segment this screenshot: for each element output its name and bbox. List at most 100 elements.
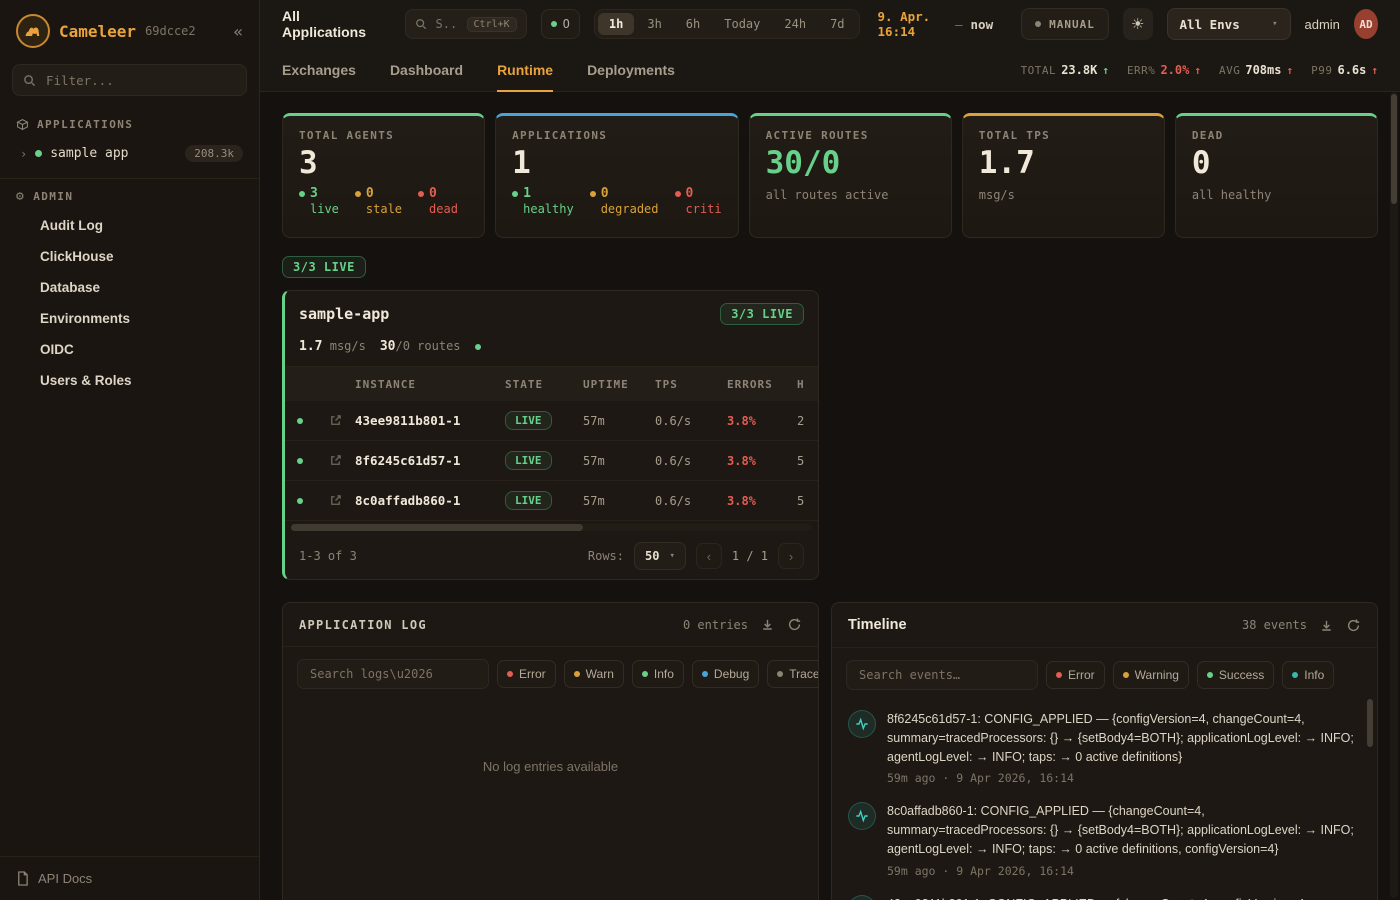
scrollbar-thumb[interactable] bbox=[291, 524, 583, 531]
degraded-dot-icon bbox=[590, 191, 596, 197]
log-filter-info[interactable]: Info bbox=[632, 660, 684, 688]
expand-chevron-icon[interactable]: › bbox=[20, 147, 27, 161]
api-docs-link[interactable]: API Docs bbox=[0, 856, 259, 900]
stat-card-dead: DEAD 0 all healthy bbox=[1175, 113, 1378, 238]
time-range-3h[interactable]: 3h bbox=[636, 13, 672, 35]
external-link-icon[interactable] bbox=[315, 494, 355, 507]
live-status-toggle[interactable]: O bbox=[541, 9, 580, 39]
user-name: admin bbox=[1305, 17, 1340, 32]
external-link-icon[interactable] bbox=[315, 454, 355, 467]
sidebar-filter-input[interactable] bbox=[44, 72, 236, 89]
log-filter-debug[interactable]: Debug bbox=[692, 660, 759, 688]
sidebar-item-users-roles[interactable]: Users & Roles bbox=[0, 365, 259, 396]
refresh-icon[interactable] bbox=[787, 617, 802, 632]
stat-card-total-tps: TOTAL TPS 1.7 msg/s bbox=[962, 113, 1165, 238]
page-scrollbar-thumb[interactable] bbox=[1391, 94, 1397, 204]
timeline-scrollbar-thumb[interactable] bbox=[1367, 699, 1373, 747]
state-badge: LIVE bbox=[505, 491, 552, 510]
live-summary-chip: 3/3 LIVE bbox=[282, 256, 366, 278]
search-shortcut-kbd: Ctrl+K bbox=[467, 17, 517, 32]
timeline-filter-info[interactable]: Info bbox=[1282, 661, 1334, 689]
tab-dashboard[interactable]: Dashboard bbox=[390, 48, 463, 91]
api-docs-label: API Docs bbox=[38, 871, 92, 886]
dead-dot-icon bbox=[418, 191, 424, 197]
tab-deployments[interactable]: Deployments bbox=[587, 48, 675, 91]
sidebar-item-environments[interactable]: Environments bbox=[0, 303, 259, 334]
manual-refresh-button[interactable]: MANUAL bbox=[1021, 8, 1109, 40]
error-dot-icon bbox=[1056, 672, 1062, 678]
card-subtitle: msg/s bbox=[979, 188, 1148, 202]
app-count-badge: 208.3k bbox=[185, 145, 243, 162]
timeline-search-input[interactable] bbox=[857, 667, 1027, 683]
page-scrollbar[interactable] bbox=[1390, 92, 1398, 898]
live-label: live bbox=[299, 202, 339, 217]
sidebar-item-oidc[interactable]: OIDC bbox=[0, 334, 259, 365]
timeline-event[interactable]: 43ee9811b801-1: CONFIG_APPLIED — {change… bbox=[848, 895, 1359, 900]
sidebar-item-clickhouse[interactable]: ClickHouse bbox=[0, 241, 259, 272]
sidebar-collapse-button[interactable]: « bbox=[233, 22, 243, 41]
prev-page-button[interactable]: ‹ bbox=[696, 543, 722, 569]
col-uptime: UPTIME bbox=[583, 378, 655, 391]
warn-dot-icon bbox=[574, 671, 580, 677]
time-range-1h[interactable]: 1h bbox=[598, 13, 634, 35]
log-search-input[interactable] bbox=[308, 666, 478, 682]
horizontal-scrollbar[interactable] bbox=[291, 524, 812, 531]
stale-dot-icon bbox=[355, 191, 361, 197]
chip-label: Warn bbox=[586, 667, 614, 681]
info-dot-icon bbox=[642, 671, 648, 677]
time-range-6h[interactable]: 6h bbox=[675, 13, 711, 35]
theme-toggle-button[interactable]: ☀ bbox=[1123, 8, 1153, 40]
time-range-24h[interactable]: 24h bbox=[773, 13, 817, 35]
download-icon[interactable] bbox=[1319, 618, 1334, 633]
dead-label: dead bbox=[418, 202, 458, 217]
table-row[interactable]: 43ee9811b801-1 LIVE 57m 0.6/s 3.8% 2 bbox=[285, 401, 818, 441]
time-range-7d[interactable]: 7d bbox=[819, 13, 855, 35]
arrow-up-icon: ↑ bbox=[1286, 64, 1293, 77]
timeline-events-list: 8f6245c61d57-1: CONFIG_APPLIED — {config… bbox=[832, 702, 1377, 900]
stale-count: 0 bbox=[366, 186, 374, 202]
tab-runtime[interactable]: Runtime bbox=[497, 48, 553, 91]
col-instance: INSTANCE bbox=[355, 378, 505, 391]
next-page-button[interactable]: › bbox=[778, 543, 804, 569]
app-tps-unit: msg/s bbox=[330, 339, 366, 353]
instance-id: 43ee9811b801-1 bbox=[355, 413, 505, 428]
stat-err: ERR% 2.0% ↑ bbox=[1127, 63, 1201, 77]
sidebar-item-database[interactable]: Database bbox=[0, 272, 259, 303]
table-row[interactable]: 8f6245c61d57-1 LIVE 57m 0.6/s 3.8% 5 bbox=[285, 441, 818, 481]
tab-exchanges[interactable]: Exchanges bbox=[282, 48, 356, 91]
live-toggle-label: O bbox=[563, 17, 570, 31]
stat-total: TOTAL 23.8K ↑ bbox=[1021, 63, 1109, 77]
rows-per-page-select[interactable]: 50 ▾ bbox=[634, 542, 686, 570]
card-title: ACTIVE ROUTES bbox=[766, 129, 935, 142]
external-link-icon[interactable] bbox=[315, 414, 355, 427]
logo-row: Cameleer 69dcce2 « bbox=[0, 0, 259, 60]
avatar[interactable]: AD bbox=[1354, 9, 1378, 39]
sidebar-filter bbox=[12, 64, 247, 96]
global-search[interactable]: Ctrl+K bbox=[405, 9, 527, 39]
timeline-filter-success[interactable]: Success bbox=[1197, 661, 1274, 689]
app-stats-row: 1.7 msg/s 30/0 routes bbox=[285, 337, 818, 367]
log-filter-warn[interactable]: Warn bbox=[564, 660, 624, 688]
refresh-icon[interactable] bbox=[1346, 618, 1361, 633]
timeline-filter-warning[interactable]: Warning bbox=[1113, 661, 1189, 689]
sidebar-item-sample-app[interactable]: › sample app 208.3k bbox=[0, 137, 259, 170]
chip-label: Info bbox=[654, 667, 674, 681]
log-filter-error[interactable]: Error bbox=[497, 660, 556, 688]
timeline-event[interactable]: 8c0affadb860-1: CONFIG_APPLIED — {change… bbox=[848, 802, 1359, 877]
applications-icon bbox=[16, 118, 29, 131]
table-row[interactable]: 8c0affadb860-1 LIVE 57m 0.6/s 3.8% 5 bbox=[285, 481, 818, 521]
log-filter-trace[interactable]: Trace bbox=[767, 660, 819, 688]
instance-live-dot-icon bbox=[297, 418, 303, 424]
table-footer: 1-3 of 3 Rows: 50 ▾ ‹ 1 / 1 › bbox=[285, 534, 818, 579]
environment-select[interactable]: All Envs ▾ bbox=[1167, 8, 1291, 40]
card-value: 30/0 bbox=[766, 146, 935, 180]
timeline-filter-error[interactable]: Error bbox=[1046, 661, 1105, 689]
app-name[interactable]: sample-app bbox=[299, 305, 389, 323]
sidebar-item-audit-log[interactable]: Audit Log bbox=[0, 210, 259, 241]
col-errors: ERRORS bbox=[727, 378, 797, 391]
chip-label: Error bbox=[1068, 668, 1095, 682]
time-range-today[interactable]: Today bbox=[713, 13, 771, 35]
download-icon[interactable] bbox=[760, 617, 775, 632]
global-search-input[interactable] bbox=[434, 16, 460, 32]
timeline-event[interactable]: 8f6245c61d57-1: CONFIG_APPLIED — {config… bbox=[848, 710, 1359, 785]
